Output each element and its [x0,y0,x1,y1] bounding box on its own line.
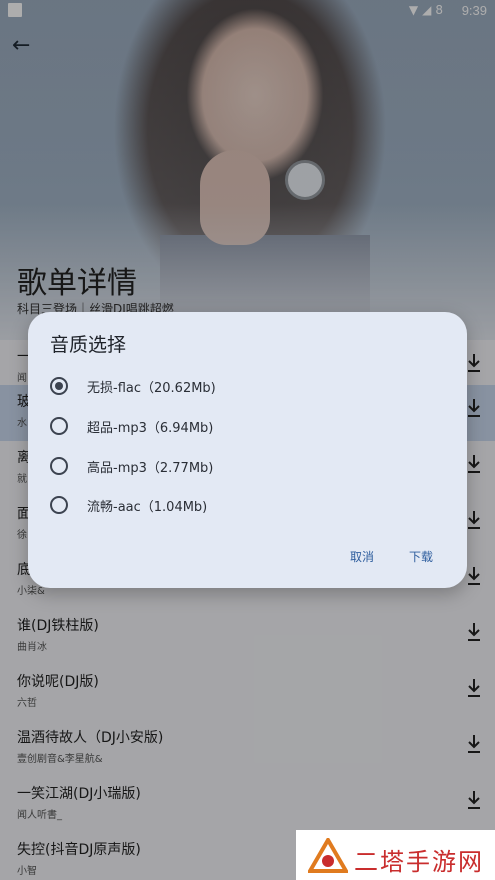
download-button[interactable]: 下载 [403,544,439,569]
quality-option-label: 高品-mp3（2.77Mb) [87,461,214,476]
quality-option-label: 无损-flac（20.62Mb) [87,381,216,396]
site-logo-icon [308,838,348,873]
app-screen: ▼◢8 9:39 ← 歌单详情 科目三登场｜丝滑DJ唱跳超燃 一 闻 玻 水 离… [0,0,495,880]
watermark: 二塔手游网 [296,830,495,880]
radio-selected-icon[interactable] [50,377,68,395]
quality-option-label: 流畅-aac（1.04Mb) [87,500,208,515]
dialog-title: 音质选择 [50,334,127,356]
quality-option-super[interactable]: 超品-mp3（6.94Mb) [46,408,446,444]
radio-icon[interactable] [50,457,68,475]
quality-option-smooth[interactable]: 流畅-aac（1.04Mb) [46,487,446,523]
quality-option-label: 超品-mp3（6.94Mb) [87,421,214,436]
cancel-button[interactable]: 取消 [344,544,380,569]
quality-option-high[interactable]: 高品-mp3（2.77Mb) [46,448,446,484]
watermark-text: 二塔手游网 [354,848,484,876]
radio-icon[interactable] [50,417,68,435]
quality-option-lossless[interactable]: 无损-flac（20.62Mb) [46,368,446,404]
radio-icon[interactable] [50,496,68,514]
quality-dialog: 音质选择 无损-flac（20.62Mb) 超品-mp3（6.94Mb) 高品-… [28,312,467,588]
